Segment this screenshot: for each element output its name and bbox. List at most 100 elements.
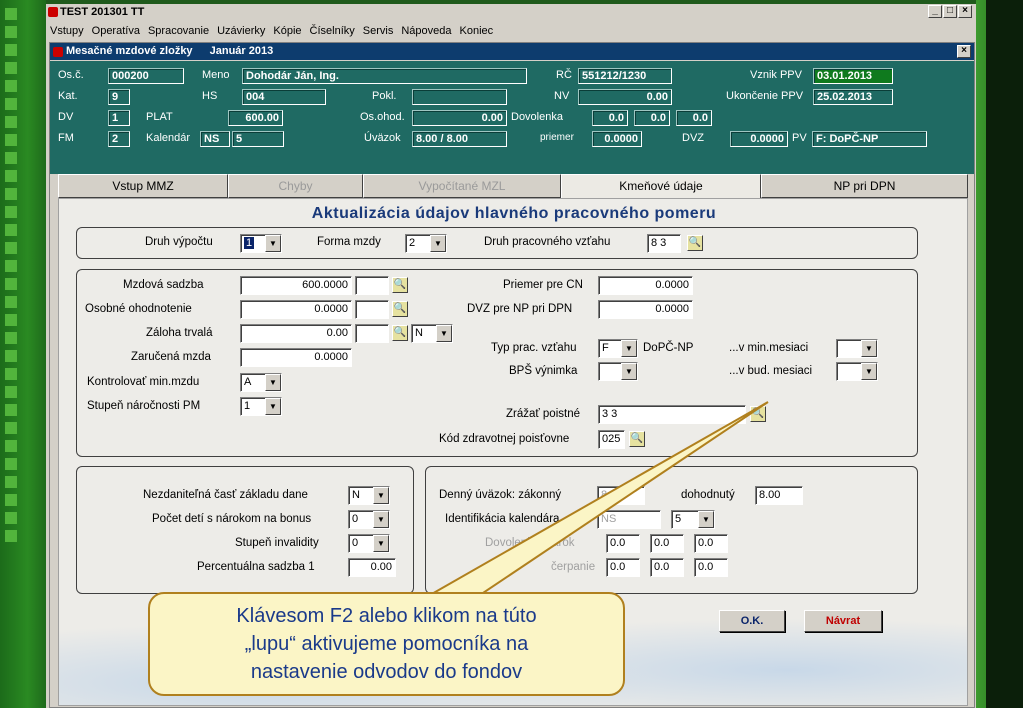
menu-ciselniky[interactable]: Číselníky bbox=[310, 25, 355, 37]
rc-field[interactable]: 551212/1230 bbox=[578, 68, 672, 84]
magnifier-lookup-icon[interactable]: 🔍 bbox=[392, 325, 408, 341]
menu-napoveda[interactable]: Nápoveda bbox=[401, 25, 451, 37]
chevron-down-icon[interactable]: ▼ bbox=[265, 374, 281, 391]
hs-field[interactable]: 004 bbox=[242, 89, 326, 105]
dovolenka-field-1[interactable]: 0.0 bbox=[592, 110, 628, 126]
dv-field[interactable]: 1 bbox=[108, 110, 130, 126]
maximize-icon[interactable]: □ bbox=[943, 5, 957, 18]
ident-field[interactable]: NS bbox=[597, 510, 661, 529]
cerpanie-field-2[interactable]: 0.0 bbox=[650, 558, 684, 577]
dovolenka-field-2[interactable]: 0.0 bbox=[634, 110, 670, 126]
forma-mzdy-select[interactable]: 2 ▼ bbox=[405, 234, 447, 253]
chevron-down-icon[interactable]: ▼ bbox=[861, 363, 877, 380]
dvz-np-field[interactable]: 0.0000 bbox=[598, 300, 693, 319]
ok-button[interactable]: O.K. bbox=[719, 610, 785, 632]
chevron-down-icon[interactable]: ▼ bbox=[436, 325, 452, 342]
ident-select[interactable]: 5 ▼ bbox=[671, 510, 715, 529]
kod-zp-field[interactable]: 025 bbox=[598, 430, 625, 449]
menu-servis[interactable]: Servis bbox=[363, 25, 394, 37]
dohodnuty-field[interactable]: 8.00 bbox=[755, 486, 803, 505]
close-icon[interactable]: × bbox=[957, 45, 971, 58]
narok-field-3[interactable]: 0.0 bbox=[694, 534, 728, 553]
minimize-icon[interactable]: _ bbox=[928, 5, 942, 18]
priemer-cn-field[interactable]: 0.0000 bbox=[598, 276, 693, 295]
zarucena-field[interactable]: 0.0000 bbox=[240, 348, 352, 367]
tab-chyby[interactable]: Chyby bbox=[228, 174, 363, 198]
stupen-select[interactable]: 1 ▼ bbox=[240, 397, 282, 416]
tab-vypocitane-mzl[interactable]: Vypočítané MZL bbox=[363, 174, 561, 198]
zrazat-field[interactable]: 3 3 bbox=[598, 405, 746, 424]
kalendar-field[interactable]: NS bbox=[200, 131, 230, 147]
chevron-down-icon[interactable]: ▼ bbox=[373, 535, 389, 552]
druh-pv-field[interactable]: 8 3 bbox=[647, 234, 681, 253]
zaloha-flag-select[interactable]: N ▼ bbox=[411, 324, 453, 343]
osohod-field[interactable]: 0.00 bbox=[412, 110, 507, 126]
magnifier-lookup-icon[interactable]: 🔍 bbox=[750, 406, 766, 422]
chevron-down-icon[interactable]: ▼ bbox=[373, 487, 389, 504]
typ-select[interactable]: F ▼ bbox=[598, 339, 638, 358]
close-icon[interactable]: × bbox=[958, 5, 972, 18]
kalendar-label: Kalendár bbox=[146, 132, 191, 144]
dovolenka-field-3[interactable]: 0.0 bbox=[676, 110, 712, 126]
fm-field[interactable]: 2 bbox=[108, 131, 130, 147]
narok-field-1[interactable]: 0.0 bbox=[606, 534, 640, 553]
pokl-field[interactable] bbox=[412, 89, 507, 105]
nv-field[interactable]: 0.00 bbox=[578, 89, 672, 105]
tab-vstup-mmz[interactable]: Vstup MMZ bbox=[58, 174, 228, 198]
ukoncenie-field[interactable]: 25.02.2013 bbox=[813, 89, 893, 105]
nezdan-select[interactable]: N ▼ bbox=[348, 486, 390, 505]
menu-uzavierky[interactable]: Uzávierky bbox=[217, 25, 265, 37]
mzdova-sadzba-code[interactable] bbox=[355, 276, 389, 295]
osc-field[interactable]: 000200 bbox=[108, 68, 184, 84]
druh-vypoctu-select[interactable]: 1 ▼ bbox=[240, 234, 282, 253]
magnifier-lookup-icon[interactable]: 🔍 bbox=[392, 301, 408, 317]
tab-kmenove-udaje[interactable]: Kmeňové údaje bbox=[561, 174, 761, 198]
chevron-down-icon[interactable]: ▼ bbox=[621, 340, 637, 357]
kontrol-select[interactable]: A ▼ bbox=[240, 373, 282, 392]
osobne-code[interactable] bbox=[355, 300, 389, 319]
zaloha-code[interactable] bbox=[355, 324, 389, 343]
menu-koniec[interactable]: Koniec bbox=[460, 25, 494, 37]
cerpanie-field-3[interactable]: 0.0 bbox=[694, 558, 728, 577]
tab-np-pri-dpn[interactable]: NP pri DPN bbox=[761, 174, 968, 198]
plat-field[interactable]: 600.00 bbox=[228, 110, 283, 126]
forma-mzdy-label: Forma mzdy bbox=[317, 236, 381, 248]
navrat-button[interactable]: Návrat bbox=[804, 610, 882, 632]
chevron-down-icon[interactable]: ▼ bbox=[621, 363, 637, 380]
uvazok-field[interactable]: 8.00 / 8.00 bbox=[412, 131, 507, 147]
dvz-field[interactable]: 0.0000 bbox=[730, 131, 788, 147]
pv-field[interactable]: F: DoPČ-NP bbox=[812, 131, 927, 147]
chevron-down-icon[interactable]: ▼ bbox=[265, 235, 281, 252]
chevron-down-icon[interactable]: ▼ bbox=[265, 398, 281, 415]
vbud-select[interactable]: ▼ bbox=[836, 362, 878, 381]
vmin-select[interactable]: ▼ bbox=[836, 339, 878, 358]
deco-square bbox=[5, 314, 17, 326]
menu-vstupy[interactable]: Vstupy bbox=[50, 25, 84, 37]
chevron-down-icon[interactable]: ▼ bbox=[430, 235, 446, 252]
magnifier-lookup-icon[interactable]: 🔍 bbox=[629, 431, 645, 447]
denny-zakonny-field[interactable]: 8.00 bbox=[597, 486, 645, 505]
pocet-deti-select[interactable]: 0 ▼ bbox=[348, 510, 390, 529]
kat-field[interactable]: 9 bbox=[108, 89, 130, 105]
narok-field-2[interactable]: 0.0 bbox=[650, 534, 684, 553]
magnifier-lookup-icon[interactable]: 🔍 bbox=[687, 235, 703, 251]
magnifier-lookup-icon[interactable]: 🔍 bbox=[392, 277, 408, 293]
menu-kopie[interactable]: Kópie bbox=[273, 25, 301, 37]
denny-label: Denný úväzok: zákonný bbox=[439, 489, 562, 501]
chevron-down-icon[interactable]: ▼ bbox=[861, 340, 877, 357]
menu-spracovanie[interactable]: Spracovanie bbox=[148, 25, 209, 37]
percent-field[interactable]: 0.00 bbox=[348, 558, 396, 577]
vznik-field[interactable]: 03.01.2013 bbox=[813, 68, 893, 84]
osobne-field[interactable]: 0.0000 bbox=[240, 300, 352, 319]
mzdova-sadzba-field[interactable]: 600.0000 bbox=[240, 276, 352, 295]
menu-operativa[interactable]: Operatíva bbox=[92, 25, 140, 37]
cerpanie-field-1[interactable]: 0.0 bbox=[606, 558, 640, 577]
priemer-field[interactable]: 0.0000 bbox=[592, 131, 642, 147]
bps-select[interactable]: ▼ bbox=[598, 362, 638, 381]
kalendar-field-2[interactable]: 5 bbox=[232, 131, 284, 147]
zaloha-field[interactable]: 0.00 bbox=[240, 324, 352, 343]
chevron-down-icon[interactable]: ▼ bbox=[698, 511, 714, 528]
invalidita-select[interactable]: 0 ▼ bbox=[348, 534, 390, 553]
meno-field[interactable]: Dohodár Ján, Ing. bbox=[242, 68, 527, 84]
chevron-down-icon[interactable]: ▼ bbox=[373, 511, 389, 528]
